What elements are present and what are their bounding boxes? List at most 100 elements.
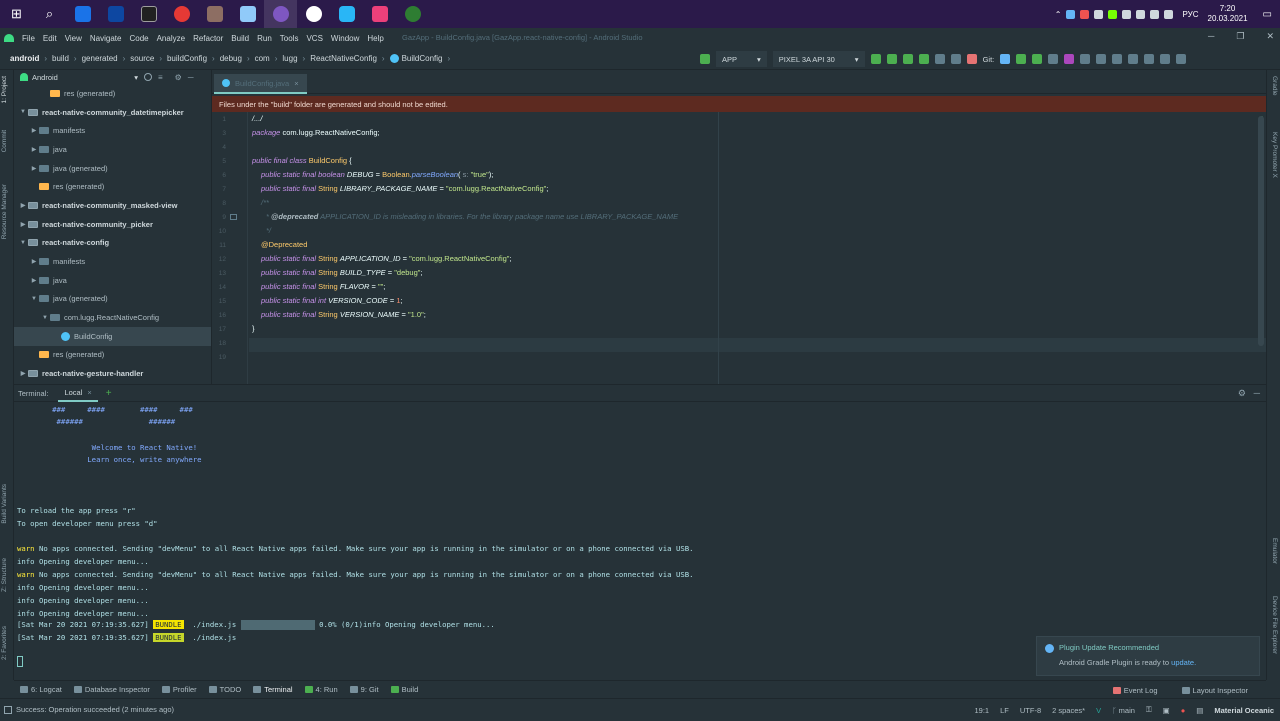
run-config-select[interactable]: APP ▾ (716, 51, 767, 67)
tray-app-icon[interactable] (1136, 9, 1146, 19)
breadcrumb-item[interactable]: generated (82, 54, 118, 63)
material-theme-icon[interactable]: V (1096, 706, 1101, 715)
clock[interactable]: 7:20 20.03.2021 (1208, 4, 1248, 24)
taskbar-app-game[interactable] (363, 0, 396, 28)
event-log-tab[interactable]: Event Log (1112, 686, 1158, 695)
chevron-right-icon[interactable]: ▶ (29, 146, 39, 153)
volume-icon[interactable] (1164, 9, 1174, 19)
notifications-icon[interactable]: ▭ (1263, 9, 1272, 20)
close-icon[interactable]: × (294, 79, 298, 88)
chevron-down-icon[interactable]: ▼ (29, 296, 39, 302)
breadcrumb-item[interactable]: build (52, 54, 69, 63)
device-select[interactable]: PIXEL 3A API 30 ▾ (772, 51, 865, 67)
tray-app-icon[interactable] (1122, 9, 1132, 19)
taskbar-app-photos[interactable] (231, 0, 264, 28)
menu-run[interactable]: Run (257, 34, 272, 43)
menu-refactor[interactable]: Refactor (193, 34, 223, 43)
layout-inspector-tab[interactable]: Layout Inspector (1181, 686, 1248, 695)
menu-code[interactable]: Code (129, 34, 148, 43)
taskbar-app-skype[interactable] (330, 0, 363, 28)
inspector-icon[interactable]: ● (1181, 706, 1186, 715)
indent-setting[interactable]: 2 spaces* (1052, 706, 1085, 715)
attach-debugger-icon[interactable] (950, 54, 961, 64)
tree-item[interactable]: BuildConfig (14, 326, 211, 346)
chevron-right-icon[interactable]: ▶ (29, 165, 39, 172)
hide-icon[interactable]: ─ (188, 73, 194, 82)
build-variants-tool-tab[interactable]: Build Variants (1, 484, 8, 524)
tree-item[interactable]: ▶ java (generated) (14, 159, 211, 178)
chevron-right-icon[interactable]: ▶ (29, 127, 39, 134)
project-structure-icon[interactable] (1144, 54, 1155, 64)
theme-name[interactable]: Material Oceanic (1214, 706, 1274, 715)
taskbar-app-chrome-frame[interactable] (66, 0, 99, 28)
status-message[interactable]: Success: Operation succeeded (2 minutes … (16, 705, 174, 714)
apply-code-changes-icon[interactable] (902, 54, 913, 64)
run-tab[interactable]: 4: Run (304, 685, 338, 694)
chevron-right-icon[interactable]: ▶ (18, 202, 28, 209)
memory-icon[interactable]: ▣ (1163, 706, 1170, 715)
tool-windows-icon[interactable] (4, 705, 12, 714)
sync-gradle-icon[interactable] (1160, 54, 1171, 64)
breadcrumb-item[interactable]: lugg (282, 54, 297, 63)
folded-imports[interactable]: /.../ (252, 114, 262, 123)
lock-icon[interactable]: ⚿ (1146, 705, 1152, 715)
chevron-right-icon[interactable]: ▶ (18, 370, 28, 377)
menu-analyze[interactable]: Analyze (157, 34, 185, 43)
gear-icon[interactable]: ⚙ (175, 73, 182, 82)
git-commit-icon[interactable] (1016, 54, 1027, 64)
build-tab[interactable]: Build (390, 685, 418, 694)
tree-item[interactable]: ▼ java (generated) (14, 290, 211, 309)
device-manager-icon[interactable] (1128, 54, 1139, 64)
close-icon[interactable]: × (87, 388, 91, 397)
taskbar-app-android-studio-2[interactable] (198, 0, 231, 28)
layout-icon[interactable] (1112, 54, 1123, 64)
editor-scrollbar[interactable] (1258, 116, 1264, 346)
caret-position[interactable]: 19:1 (975, 706, 990, 715)
maximize-icon[interactable]: ❐ (1236, 31, 1244, 42)
favorites-tool-tab[interactable]: 2: Favorites (1, 626, 8, 660)
project-view-select[interactable]: Android ▾ (20, 73, 138, 82)
plugin-update-notification[interactable]: Plugin Update Recommended Android Gradle… (1036, 636, 1260, 676)
menu-navigate[interactable]: Navigate (90, 34, 122, 43)
chevron-right-icon[interactable]: ▶ (29, 277, 39, 284)
chevron-down-icon[interactable]: ▼ (40, 315, 50, 321)
menu-help[interactable]: Help (367, 34, 383, 43)
tree-item[interactable]: ▶ manifests (14, 252, 211, 271)
logcat-tab[interactable]: 6: Logcat (20, 685, 62, 694)
chevron-right-icon[interactable]: ▶ (18, 221, 28, 228)
git-rollback-icon[interactable] (1064, 54, 1075, 64)
hide-icon[interactable]: ─ (1254, 388, 1260, 398)
tree-item[interactable]: ▶ java (14, 140, 211, 159)
menu-view[interactable]: View (65, 34, 82, 43)
menu-file[interactable]: File (22, 34, 35, 43)
run-icon[interactable] (870, 54, 881, 64)
language-indicator[interactable]: РУС (1182, 10, 1198, 19)
taskbar-app-visual-studio[interactable] (99, 0, 132, 28)
breadcrumb-item[interactable]: android (10, 54, 39, 63)
chevron-up-icon[interactable]: ⌃ (1055, 10, 1062, 19)
tray-app-icon[interactable] (1094, 9, 1104, 19)
git-push-icon[interactable] (1032, 54, 1043, 64)
hammer-icon[interactable] (700, 54, 710, 64)
profile-icon[interactable] (934, 54, 945, 64)
terminal-tab[interactable]: Terminal (253, 685, 293, 694)
code-editor[interactable]: 1 3 4 5 6 7 8 9 10 11 12 13 14 15 16 17 18 19 /.../ packa… (212, 112, 1266, 384)
fold-icon[interactable] (230, 214, 237, 220)
menu-tools[interactable]: Tools (280, 34, 299, 43)
commit-tool-tab[interactable]: Commit (1, 130, 8, 152)
tree-item[interactable]: ▼ react-native-config (14, 234, 211, 253)
network-icon[interactable] (1150, 9, 1160, 19)
stop-icon[interactable] (966, 54, 977, 64)
editor-tab-buildconfig[interactable]: BuildConfig.java × (214, 74, 307, 94)
tree-item[interactable]: ▼ com.lugg.ReactNativeConfig (14, 308, 211, 327)
locate-icon[interactable] (144, 73, 152, 81)
minimize-icon[interactable]: ─ (1208, 31, 1214, 42)
tree-item[interactable]: res (generated) (14, 346, 211, 365)
breadcrumb-item[interactable]: com (255, 54, 270, 63)
chevron-down-icon[interactable]: ▼ (18, 240, 28, 246)
tray-app-icon[interactable] (1080, 9, 1090, 19)
debug-icon[interactable] (918, 54, 929, 64)
device-file-explorer-tool-tab[interactable]: Device File Explorer (1271, 596, 1278, 654)
update-link[interactable]: update. (1171, 658, 1196, 667)
sdk-manager-icon[interactable] (1080, 54, 1091, 64)
